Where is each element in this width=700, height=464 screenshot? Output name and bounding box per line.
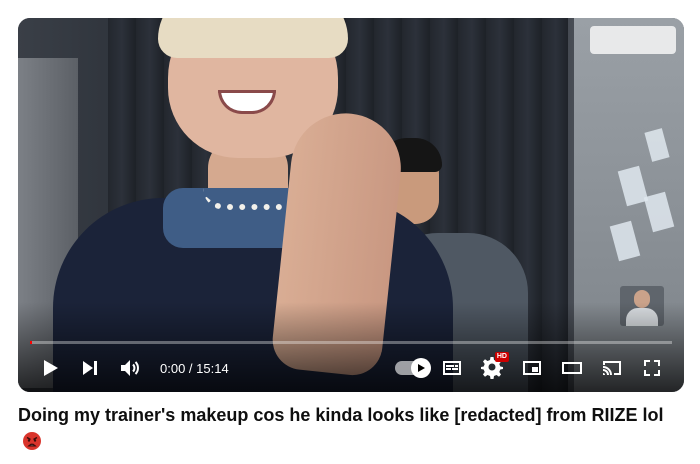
play-icon: [44, 360, 58, 376]
video-player[interactable]: 0:00 / 15:14 HD: [18, 18, 684, 392]
time-total: 15:14: [196, 360, 229, 376]
volume-button[interactable]: [110, 350, 150, 386]
progress-bar-fill: [30, 341, 32, 344]
theater-mode-button[interactable]: [552, 350, 592, 386]
video-title-text: Doing my trainer's makeup cos he kinda l…: [18, 405, 664, 425]
settings-button[interactable]: HD: [472, 350, 512, 386]
volume-icon: [121, 360, 139, 376]
cast-button[interactable]: [592, 350, 632, 386]
cast-icon: [603, 361, 621, 375]
play-button[interactable]: [30, 350, 70, 386]
video-title: Doing my trainer's makeup cos he kinda l…: [18, 402, 682, 454]
fullscreen-icon: [644, 360, 660, 376]
player-controls: 0:00 / 15:14 HD: [18, 350, 684, 386]
time-current: 0:00: [160, 360, 186, 376]
autoplay-play-icon: [418, 364, 425, 372]
next-icon: [83, 361, 97, 375]
autoplay-track: [395, 358, 431, 378]
time-separator: /: [185, 360, 197, 376]
autoplay-toggle[interactable]: [392, 350, 432, 386]
autoplay-knob: [411, 358, 431, 378]
subtitles-icon: [443, 361, 461, 375]
video-person-hair: [158, 18, 348, 58]
fullscreen-button[interactable]: [632, 350, 672, 386]
miniplayer-icon: [523, 361, 541, 375]
miniplayer-button[interactable]: [512, 350, 552, 386]
progress-bar[interactable]: [30, 341, 672, 344]
hd-badge: HD: [494, 352, 509, 362]
time-display: 0:00 / 15:14: [160, 361, 229, 376]
next-button[interactable]: [70, 350, 110, 386]
angry-face-emoji-icon: [23, 432, 41, 450]
subtitles-button[interactable]: [432, 350, 472, 386]
video-air-conditioner: [590, 26, 676, 54]
theater-icon: [562, 362, 582, 374]
